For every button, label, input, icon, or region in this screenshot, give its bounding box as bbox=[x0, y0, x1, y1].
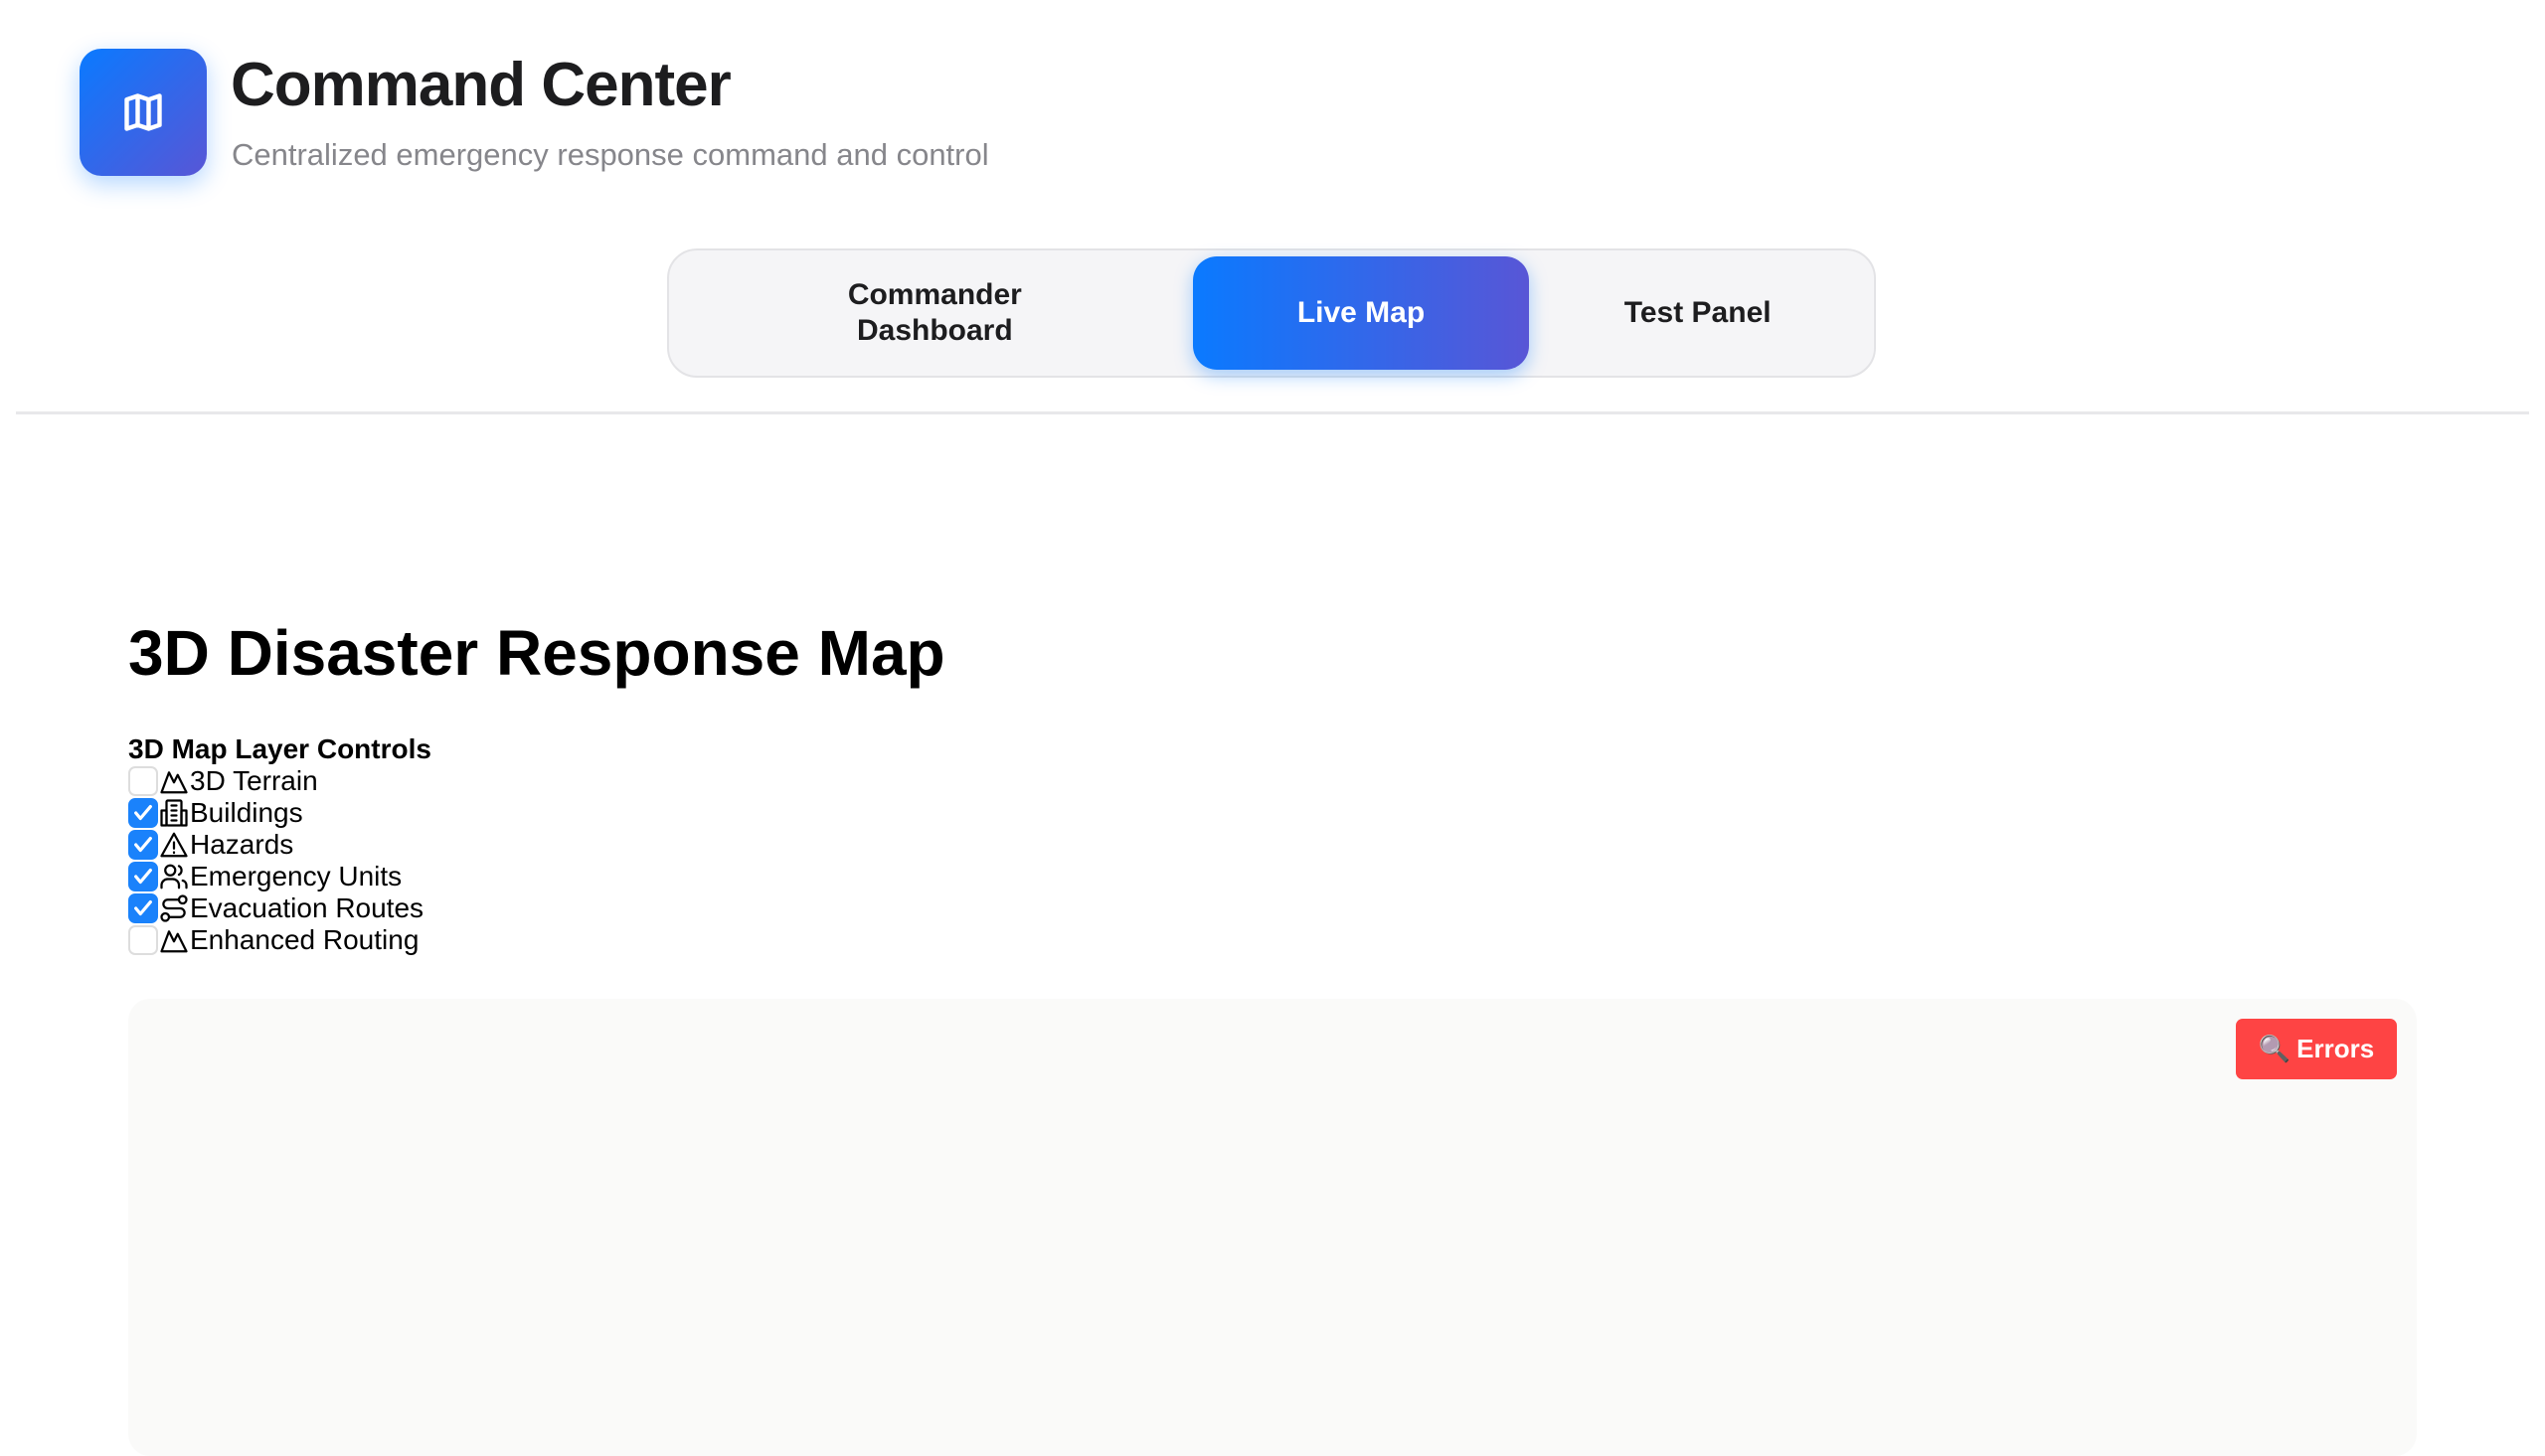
users-icon bbox=[158, 861, 190, 892]
layer-toggle-enhanced-routing[interactable]: Enhanced Routing bbox=[128, 924, 431, 956]
layer-toggle-hazards[interactable]: Hazards bbox=[128, 829, 431, 861]
layer-label: Emergency Units bbox=[190, 861, 403, 891]
layer-toggle-buildings[interactable]: Buildings bbox=[128, 797, 431, 829]
layer-controls: 3D Map Layer Controls 3D Terrain Buildin… bbox=[128, 733, 431, 956]
tab-test-panel[interactable]: Test Panel bbox=[1529, 256, 1866, 370]
header-divider bbox=[16, 411, 2529, 414]
app-logo bbox=[80, 49, 207, 176]
layer-label: Evacuation Routes bbox=[190, 892, 424, 923]
layer-checkbox[interactable] bbox=[128, 830, 158, 860]
map-container[interactable]: 🔍 Errors bbox=[128, 999, 2417, 1456]
page-title: 3D Disaster Response Map bbox=[128, 617, 945, 689]
layer-checkbox[interactable] bbox=[128, 862, 158, 891]
warning-icon bbox=[158, 829, 190, 861]
layer-toggle-evacuation-routes[interactable]: Evacuation Routes bbox=[128, 892, 431, 924]
layer-label: Hazards bbox=[190, 829, 294, 860]
errors-button[interactable]: 🔍 Errors bbox=[2236, 1019, 2397, 1079]
layer-controls-title: 3D Map Layer Controls bbox=[128, 733, 431, 764]
layer-toggle-3d-terrain[interactable]: 3D Terrain bbox=[128, 765, 431, 797]
layer-label: 3D Terrain bbox=[190, 765, 318, 796]
building-icon bbox=[158, 797, 190, 829]
layer-checkbox[interactable] bbox=[128, 925, 158, 955]
app-subtitle: Centralized emergency response command a… bbox=[232, 137, 989, 172]
map-icon bbox=[124, 93, 162, 131]
tab-live-map[interactable]: Live Map bbox=[1192, 256, 1530, 370]
layer-checkbox[interactable] bbox=[128, 893, 158, 923]
mountain-icon bbox=[158, 924, 190, 956]
tab-commander-dashboard[interactable]: Commander Dashboard bbox=[677, 256, 1193, 370]
layer-toggle-emergency-units[interactable]: Emergency Units bbox=[128, 861, 431, 892]
errors-button-label: Errors bbox=[2296, 1034, 2375, 1063]
layer-checkbox[interactable] bbox=[128, 798, 158, 828]
layer-label: Enhanced Routing bbox=[190, 924, 420, 955]
layer-label: Buildings bbox=[190, 797, 303, 828]
layer-checkbox[interactable] bbox=[128, 766, 158, 796]
magnifier-icon: 🔍 bbox=[2258, 1034, 2291, 1063]
mountain-icon bbox=[158, 765, 190, 797]
route-icon bbox=[158, 892, 190, 924]
app-title: Command Center bbox=[231, 51, 732, 119]
main-tabs: Commander Dashboard Live Map Test Panel bbox=[667, 248, 1876, 378]
